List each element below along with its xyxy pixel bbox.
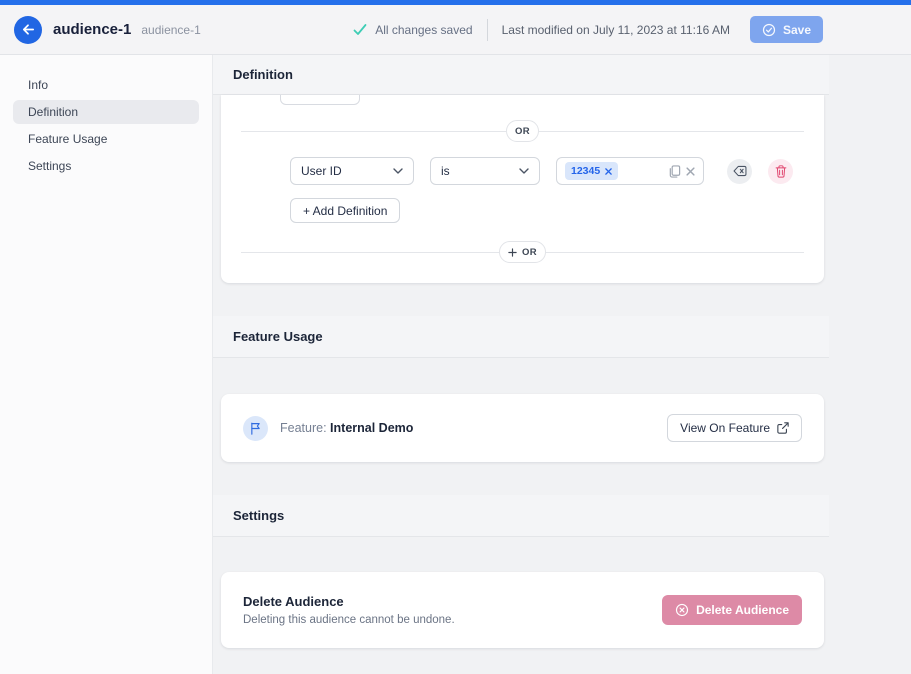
view-on-feature-label: View On Feature [680, 421, 770, 435]
delete-rule-button[interactable] [768, 159, 793, 184]
main-content: Definition OR User ID is [213, 55, 911, 674]
delete-audience-card: Delete Audience Deleting this audience c… [221, 572, 824, 648]
clear-icon[interactable] [686, 167, 695, 176]
chevron-down-icon [519, 168, 529, 174]
last-modified-text: Last modified on July 11, 2023 at 11:16 … [502, 23, 730, 37]
delete-audience-text-group: Delete Audience Deleting this audience c… [243, 594, 455, 626]
chip-remove-icon[interactable] [605, 168, 612, 175]
divider-line [539, 131, 804, 132]
definition-section-title: Definition [233, 67, 293, 82]
divider-line [546, 252, 804, 253]
flag-icon [249, 422, 262, 435]
feature-prefix: Feature: [280, 421, 327, 435]
delete-audience-button[interactable]: Delete Audience [662, 595, 802, 625]
sidebar-item-definition[interactable]: Definition [13, 100, 199, 124]
value-chip: 12345 [565, 162, 618, 180]
delete-audience-description: Deleting this audience cannot be undone. [243, 614, 455, 626]
settings-section-title: Settings [233, 508, 284, 523]
or-divider-bottom: OR [241, 241, 804, 263]
check-icon [353, 23, 367, 36]
divider-line [241, 252, 499, 253]
field-select[interactable]: User ID [290, 157, 414, 185]
app-header: audience-1 audience-1 All changes saved … [0, 5, 911, 55]
delete-audience-title: Delete Audience [243, 594, 455, 609]
sidebar-item-feature-usage[interactable]: Feature Usage [13, 127, 199, 151]
arrow-left-icon [21, 22, 36, 37]
page-title: audience-1 [53, 21, 131, 38]
operator-select-value: is [441, 164, 450, 178]
header-right-group: All changes saved Last modified on July … [353, 16, 823, 43]
add-definition-button[interactable]: + Add Definition [290, 198, 400, 223]
feature-label: Feature: Internal Demo [280, 421, 413, 435]
backspace-icon [733, 165, 747, 177]
sidebar-item-info[interactable]: Info [13, 73, 199, 97]
or-badge-label: OR [515, 126, 530, 137]
header-divider [487, 19, 488, 41]
value-chip-label: 12345 [571, 165, 600, 177]
tag-input-icons [668, 165, 695, 178]
trash-icon [775, 165, 787, 178]
plus-icon [508, 248, 517, 257]
delete-audience-button-label: Delete Audience [696, 603, 789, 617]
add-definition-button-clipped[interactable] [280, 95, 360, 105]
back-button[interactable] [14, 16, 42, 44]
feature-usage-card: Feature: Internal Demo View On Feature [221, 394, 824, 462]
field-select-value: User ID [301, 164, 342, 178]
add-or-button[interactable]: OR [499, 241, 546, 263]
settings-section-header: Settings [213, 495, 829, 537]
save-button-label: Save [783, 23, 811, 37]
definition-card: OR User ID is 12345 [221, 95, 824, 283]
definition-section-header: Definition [213, 55, 829, 95]
feature-usage-section-header: Feature Usage [213, 316, 829, 358]
external-link-icon [777, 422, 789, 434]
view-on-feature-button[interactable]: View On Feature [667, 414, 802, 442]
copy-icon[interactable] [668, 165, 681, 178]
divider-line [241, 131, 506, 132]
value-tag-input[interactable]: 12345 [556, 157, 704, 185]
sidebar: Info Definition Feature Usage Settings [0, 55, 213, 674]
circled-check-icon [762, 23, 776, 37]
operator-select[interactable]: is [430, 157, 540, 185]
definition-rule-row: User ID is 12345 [290, 157, 824, 185]
save-button[interactable]: Save [750, 16, 823, 43]
or-badge: OR [506, 120, 539, 142]
page-subtitle: audience-1 [141, 23, 200, 37]
feature-usage-section-title: Feature Usage [233, 329, 323, 344]
circled-x-icon [675, 603, 689, 617]
feature-flag-avatar [243, 416, 268, 441]
chevron-down-icon [393, 168, 403, 174]
save-status-text: All changes saved [375, 23, 472, 37]
feature-name: Internal Demo [330, 421, 413, 435]
backspace-button[interactable] [727, 159, 752, 184]
sidebar-item-settings[interactable]: Settings [13, 154, 199, 178]
add-or-label: OR [522, 247, 537, 258]
or-divider-top: OR [241, 120, 804, 142]
